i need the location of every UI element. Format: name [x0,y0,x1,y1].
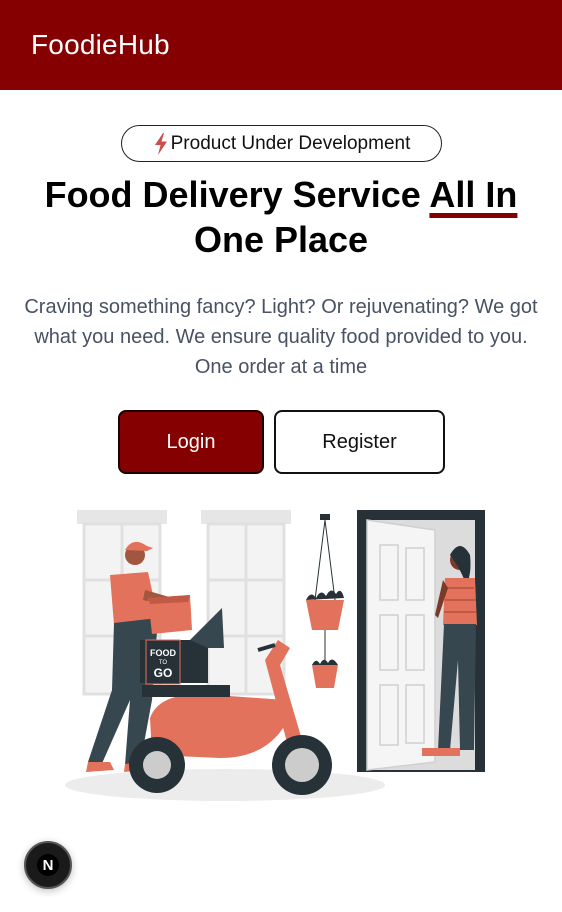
headline-text-1: Food Delivery Service [44,174,430,215]
login-button[interactable]: Login [118,410,264,474]
delivery-illustration: FOOD TO GO [65,510,485,801]
lightning-bolt-icon [154,132,167,155]
development-badge: Product Under Development [121,125,442,162]
register-button[interactable]: Register [274,410,445,474]
box-text-go: GO [154,666,173,680]
badge-label: Product Under Development [170,132,411,154]
headline-accent: All In [429,174,518,215]
box-text-food: FOOD [150,648,176,658]
headline-text-2: One Place [193,219,369,260]
nextjs-logo-icon: N [37,854,59,876]
hero-description: Craving something fancy? Light? Or rejuv… [24,296,538,378]
brand-logo-text[interactable]: FoodieHub [31,29,170,61]
hero-headline: Food Delivery Service All In One Place [0,172,562,262]
top-navbar: FoodieHub [0,0,562,90]
nextjs-dev-indicator[interactable]: N [24,841,72,889]
nextjs-letter: N [43,857,54,874]
